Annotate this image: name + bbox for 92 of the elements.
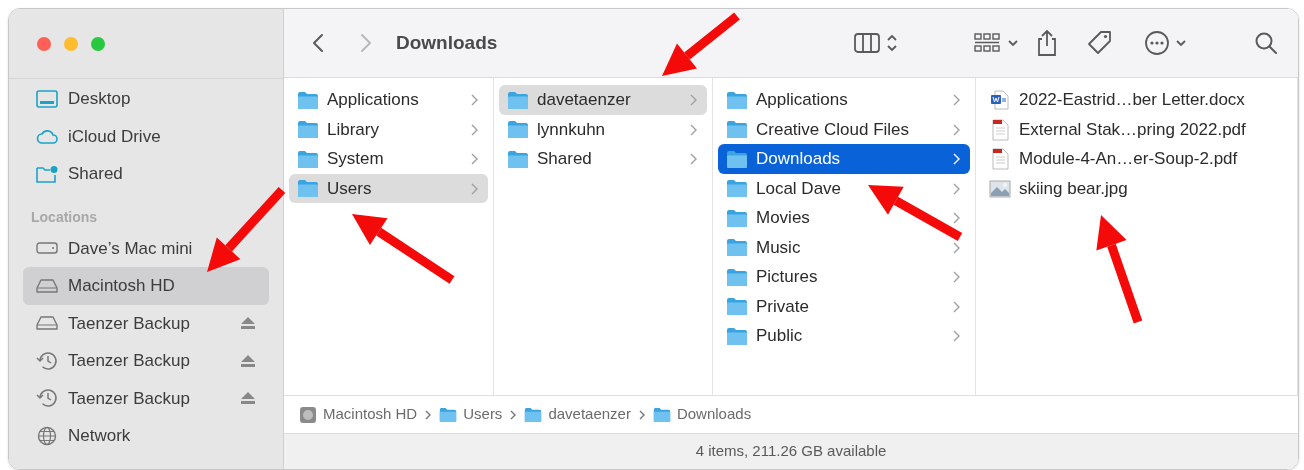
sidebar-item[interactable]: Taenzer Backup (23, 379, 269, 417)
file-list-item[interactable]: lynnkuhn (499, 114, 707, 145)
shared-folder-icon (35, 164, 59, 183)
eject-icon[interactable] (241, 317, 255, 330)
cloud-icon (35, 128, 59, 145)
folder-icon (524, 406, 543, 423)
file-list-item[interactable]: Downloads (718, 144, 970, 174)
folder-icon (726, 326, 748, 346)
chevron-icon (690, 123, 697, 136)
chevron-icon (953, 271, 960, 283)
folder-icon (297, 179, 319, 198)
file-list-item[interactable]: Movies (718, 203, 970, 233)
image-file-icon (989, 178, 1011, 199)
sidebar-item[interactable]: Dave’s Mac mini (23, 229, 269, 267)
eject-icon[interactable] (241, 392, 255, 405)
pdf-file-icon (989, 118, 1011, 141)
chevron-icon (471, 94, 478, 106)
sidebar-item[interactable]: Network (23, 417, 269, 455)
file-list-item[interactable]: Private (718, 291, 970, 322)
folder-icon (507, 120, 529, 139)
clock-icon (35, 388, 59, 409)
folder-icon (297, 90, 319, 110)
clock-icon (35, 350, 59, 371)
path-item[interactable]: Macintosh HD (323, 403, 418, 426)
chevron-icon (953, 330, 960, 342)
chevron-icon (953, 123, 960, 136)
file-list-item[interactable]: System (289, 144, 488, 174)
file-list-item[interactable]: skiing bear.jpg (981, 173, 1292, 204)
folder-icon (297, 149, 319, 169)
sidebar-item[interactable]: Taenzer Backup (23, 304, 269, 342)
globe-icon (35, 425, 59, 446)
folder-icon (439, 406, 458, 423)
path-item[interactable]: Users (463, 403, 503, 426)
chevron-icon (510, 409, 517, 420)
chevron-icon (690, 94, 697, 106)
folder-icon (726, 120, 748, 139)
path-item[interactable]: davetaenzer (548, 403, 631, 426)
chevron-icon (953, 94, 960, 106)
file-list-item[interactable]: 2022-Eastrid…ber Letter.docx (981, 85, 1292, 115)
chevron-icon (690, 153, 697, 165)
folder-icon (726, 267, 748, 287)
folder-icon (726, 297, 748, 316)
status-bar: 4 items, 211.26 GB available (284, 433, 1298, 469)
folder-icon (507, 149, 529, 169)
chevron-icon (471, 182, 478, 195)
sidebar-item[interactable]: Desktop (23, 80, 269, 118)
file-list-item[interactable]: Creative Cloud Files (718, 114, 970, 145)
file-list-item[interactable]: davetaenzer (499, 85, 707, 115)
drive-icon (35, 315, 59, 332)
file-list-item[interactable]: Library (289, 114, 488, 145)
folder-icon (726, 208, 748, 228)
file-list-item[interactable]: Pictures (718, 262, 970, 292)
file-list-item[interactable]: Users (289, 173, 488, 204)
sidebar-item[interactable]: Shared (23, 155, 269, 193)
folder-icon (652, 406, 671, 423)
file-list-item[interactable]: Music (718, 232, 970, 263)
chevron-icon (638, 409, 645, 420)
chevron-icon (953, 153, 960, 165)
sidebar-item[interactable]: Taenzer Backup (23, 342, 269, 380)
folder-icon (726, 90, 748, 110)
file-list-item[interactable]: Applications (289, 85, 488, 115)
chevron-icon (953, 241, 960, 254)
chevron-icon (953, 300, 960, 313)
path-item[interactable]: Downloads (676, 403, 752, 426)
section-header: Locations (30, 208, 99, 227)
desktop-icon (35, 89, 59, 108)
folder-icon (726, 179, 748, 198)
drive-icon (35, 277, 59, 294)
folder-icon (726, 149, 748, 169)
file-list-item[interactable]: Applications (718, 85, 970, 115)
chevron-icon (953, 182, 960, 195)
folder-icon (726, 238, 748, 257)
chevron-icon (953, 212, 960, 224)
folder-icon (297, 120, 319, 139)
drive-icon (299, 405, 317, 424)
back-button[interactable] (312, 33, 324, 54)
file-list-item[interactable]: Shared (499, 144, 707, 174)
pdf-file-icon (989, 148, 1011, 170)
file-list-item[interactable]: Module-4-An…er-Soup-2.pdf (981, 144, 1292, 174)
sidebar-item[interactable]: Macintosh HD (23, 267, 269, 305)
window-title: Downloads (396, 30, 498, 55)
file-list-item[interactable]: Public (718, 321, 970, 351)
word-document-icon (989, 90, 1011, 110)
search-icon[interactable] (1254, 31, 1278, 56)
folder-icon (507, 90, 529, 110)
file-list-item[interactable]: External Stak…pring 2022.pdf (981, 114, 1292, 145)
chevron-icon (471, 123, 478, 136)
sidebar-item[interactable]: iCloud Drive (23, 117, 269, 155)
chevron-icon (471, 153, 478, 165)
chevron-icon (425, 409, 432, 420)
display-icon (35, 242, 59, 255)
eject-icon[interactable] (241, 354, 255, 367)
